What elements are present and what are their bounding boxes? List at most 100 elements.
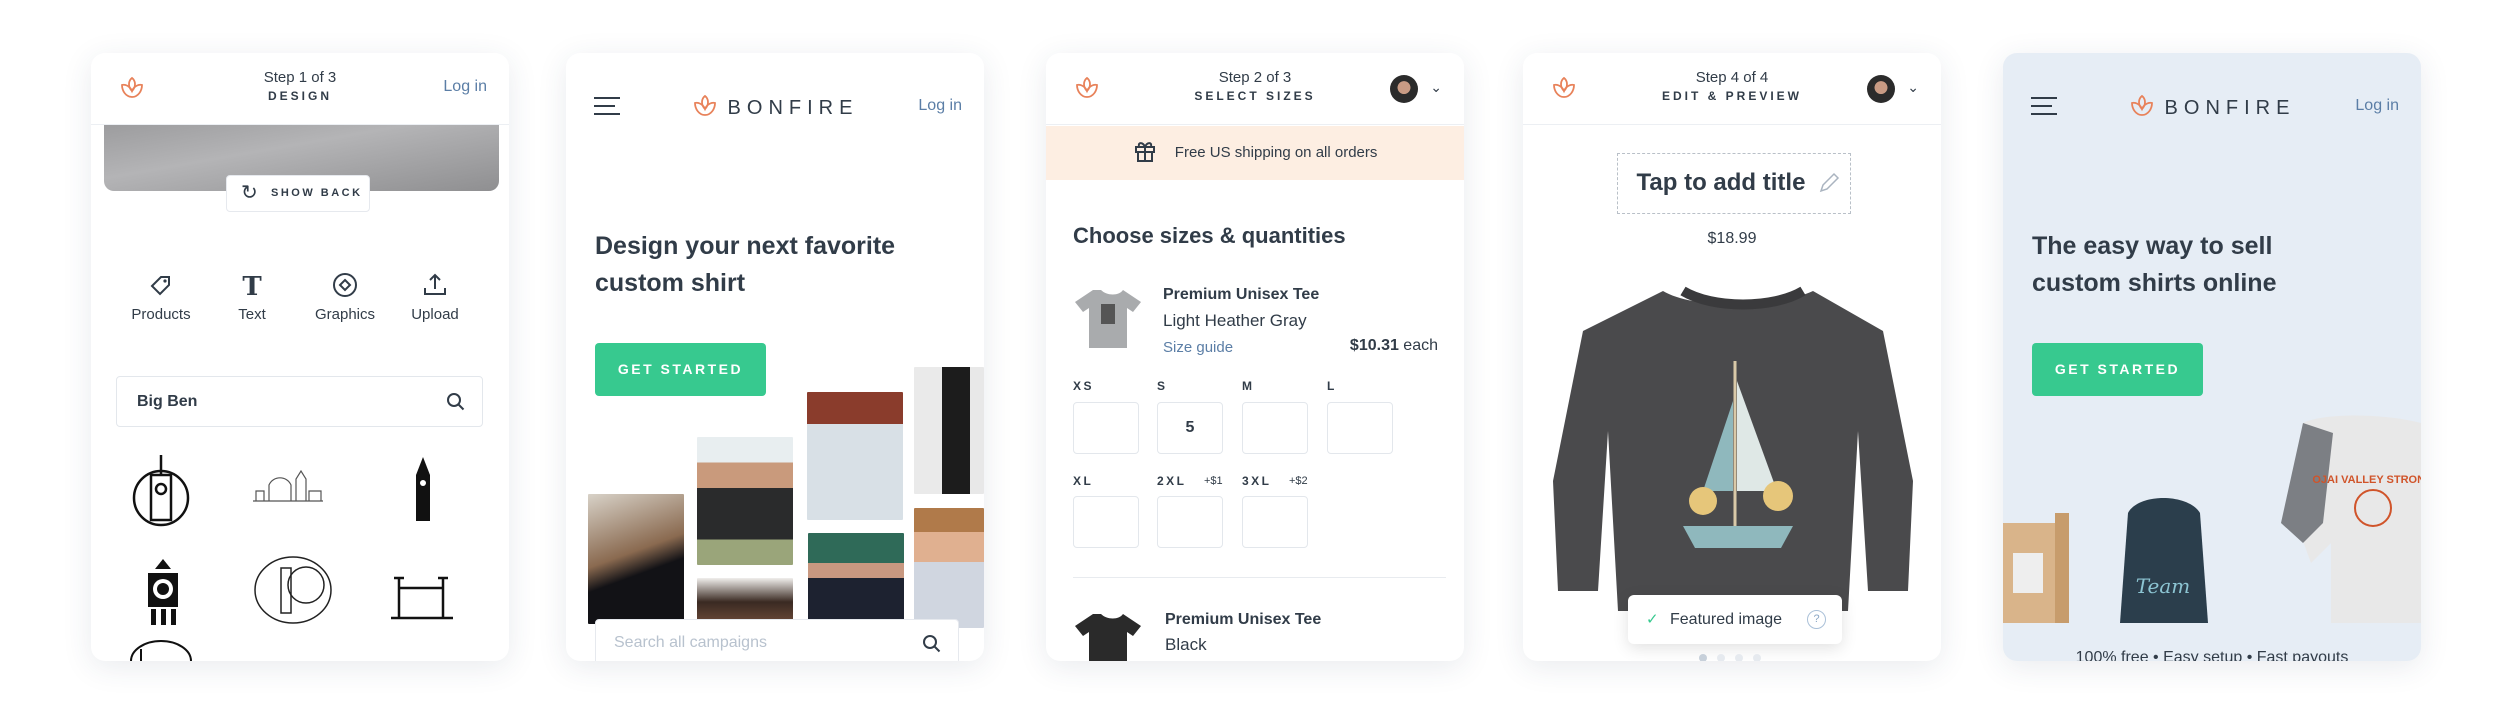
- size-label: 2XL: [1157, 474, 1187, 488]
- text-icon: T: [242, 272, 262, 298]
- size-surcharge: +$2: [1289, 475, 1308, 487]
- upload-icon: [424, 273, 446, 295]
- graphic-tower-bridge[interactable]: [391, 576, 453, 620]
- help-icon[interactable]: ?: [1807, 610, 1826, 629]
- size-label: XS: [1073, 379, 1095, 393]
- product-color: Black: [1165, 635, 1207, 654]
- campaign-photo[interactable]: [697, 437, 793, 565]
- qty-input-2xl[interactable]: [1157, 496, 1223, 548]
- products-image: Team OJAI VALLEY STRONG: [2003, 415, 2421, 623]
- qty-input-l[interactable]: [1327, 402, 1393, 454]
- tool-label: Products: [131, 306, 191, 323]
- chevron-down-icon[interactable]: ⌄: [1907, 79, 1919, 96]
- tool-text[interactable]: T Text: [207, 272, 297, 323]
- qty-input-xl[interactable]: [1073, 496, 1139, 548]
- header: Step 1 of 3 DESIGN Log in: [91, 53, 509, 125]
- show-back-label: SHOW BACK: [271, 187, 363, 199]
- product-color: Light Heather Gray: [1163, 311, 1307, 330]
- user-avatar[interactable]: [1867, 75, 1895, 103]
- graphic-clock-tower-bold[interactable]: [148, 559, 178, 625]
- headline-line: custom shirts online: [2032, 269, 2277, 297]
- campaign-search-input[interactable]: Search all campaigns: [595, 619, 959, 661]
- user-avatar[interactable]: [1390, 75, 1418, 103]
- graphic-big-ben-circle[interactable]: [132, 455, 190, 527]
- edit-preview-screen: Step 4 of 4 EDIT & PREVIEW ⌄ Tap to add …: [1523, 53, 1941, 661]
- size-label: L: [1327, 379, 1337, 393]
- tshirt-black-image: [1075, 614, 1141, 661]
- login-link[interactable]: Log in: [2355, 97, 2399, 115]
- raglan-tee: OJAI VALLEY STRONG: [2281, 415, 2421, 623]
- home-design-screen: BONFIRE Log in Design your next favorite…: [566, 53, 984, 661]
- brand-name: BONFIRE: [2164, 97, 2296, 119]
- graphic-london-circle[interactable]: [254, 556, 332, 624]
- sweater-image: [1553, 286, 1913, 611]
- divider: [1073, 577, 1446, 578]
- headline-line: Design your next favorite: [595, 232, 896, 260]
- qty-input-m[interactable]: [1242, 402, 1308, 454]
- campaign-photo[interactable]: [914, 367, 984, 494]
- header: Step 4 of 4 EDIT & PREVIEW ⌄: [1523, 53, 1941, 125]
- login-link[interactable]: Log in: [918, 97, 962, 115]
- title-input[interactable]: Tap to add title: [1617, 153, 1851, 214]
- campaign-price: $18.99: [1707, 230, 1757, 247]
- banner-text: Free US shipping on all orders: [1174, 144, 1378, 161]
- bonfire-logo-icon: [692, 93, 718, 119]
- shipping-box: [2003, 513, 2069, 623]
- tool-products[interactable]: Products: [116, 272, 206, 323]
- value-props: 100% free • Easy setup • Fast payouts: [2075, 649, 2349, 661]
- select-sizes-screen: Step 2 of 3 SELECT SIZES ⌄ Free US shipp…: [1046, 53, 1464, 661]
- featured-image-badge: ✓ Featured image ?: [1628, 595, 1842, 644]
- size-label: S: [1157, 379, 1168, 393]
- login-link[interactable]: Log in: [443, 78, 487, 96]
- shipping-banner: Free US shipping on all orders: [1046, 126, 1464, 180]
- svg-text:T: T: [242, 272, 262, 298]
- campaign-photo[interactable]: [808, 533, 904, 633]
- svg-text:OJAI VALLEY STRONG: OJAI VALLEY STRONG: [2312, 474, 2421, 486]
- rotate-icon: ↻: [241, 182, 258, 204]
- graphic-big-ben-tower[interactable]: [416, 457, 430, 521]
- size-label: 3XL: [1242, 474, 1272, 488]
- campaign-photo[interactable]: [807, 392, 903, 520]
- graphics-search-input[interactable]: Big Ben: [116, 376, 483, 427]
- campaign-photo[interactable]: [914, 508, 984, 628]
- hoodie: Team: [2120, 498, 2208, 623]
- qty-input-s[interactable]: 5: [1157, 402, 1223, 454]
- price-suffix: each: [1398, 337, 1438, 354]
- campaign-photo[interactable]: [588, 494, 684, 624]
- show-back-button[interactable]: ↻ SHOW BACK: [226, 175, 370, 212]
- carousel-dots[interactable]: [1699, 654, 1769, 661]
- product-name: Premium Unisex Tee: [1165, 611, 1322, 628]
- hero-headline: The easy way to sell custom shirts online: [2032, 228, 2276, 302]
- product-name: Premium Unisex Tee: [1163, 286, 1320, 303]
- qty-input-3xl[interactable]: [1242, 496, 1308, 548]
- get-started-button[interactable]: GET STARTED: [595, 343, 766, 396]
- tool-graphics[interactable]: Graphics: [300, 272, 390, 323]
- chevron-down-icon[interactable]: ⌄: [1430, 79, 1442, 96]
- check-icon: ✓: [1646, 611, 1659, 628]
- svg-text:Team: Team: [2136, 574, 2191, 598]
- tool-label: Upload: [411, 306, 459, 323]
- search-icon[interactable]: [922, 634, 942, 654]
- home-sell-screen: BONFIRE Log in The easy way to sell custo…: [2003, 53, 2421, 661]
- size-guide-link[interactable]: Size guide: [1163, 339, 1233, 356]
- section-heading: Choose sizes & quantities: [1073, 223, 1346, 248]
- search-icon[interactable]: [446, 392, 466, 412]
- gift-icon: [1134, 142, 1155, 162]
- product-thumbnail-black: [1073, 608, 1143, 661]
- header: Step 2 of 3 SELECT SIZES ⌄: [1046, 53, 1464, 125]
- search-placeholder: Search all campaigns: [614, 634, 767, 651]
- headline-line: The easy way to sell: [2032, 232, 2273, 260]
- pencil-icon[interactable]: [1818, 172, 1840, 194]
- qty-input-xs[interactable]: [1073, 402, 1139, 454]
- size-label: XL: [1073, 474, 1094, 488]
- search-value: Big Ben: [137, 393, 198, 410]
- tshirt-gray-image: [1075, 290, 1141, 348]
- tool-upload[interactable]: Upload: [390, 272, 480, 323]
- design-step-screen: Step 1 of 3 DESIGN Log in ↻ SHOW BACK Pr…: [91, 53, 509, 661]
- graphic-london-skyline[interactable]: [253, 469, 323, 502]
- headline-line: custom shirt: [595, 269, 746, 297]
- graphic-partial[interactable]: [130, 640, 192, 661]
- unit-price: $10.31 each: [1350, 337, 1438, 355]
- bonfire-logo-icon: [2129, 93, 2155, 119]
- tag-icon: [150, 276, 170, 296]
